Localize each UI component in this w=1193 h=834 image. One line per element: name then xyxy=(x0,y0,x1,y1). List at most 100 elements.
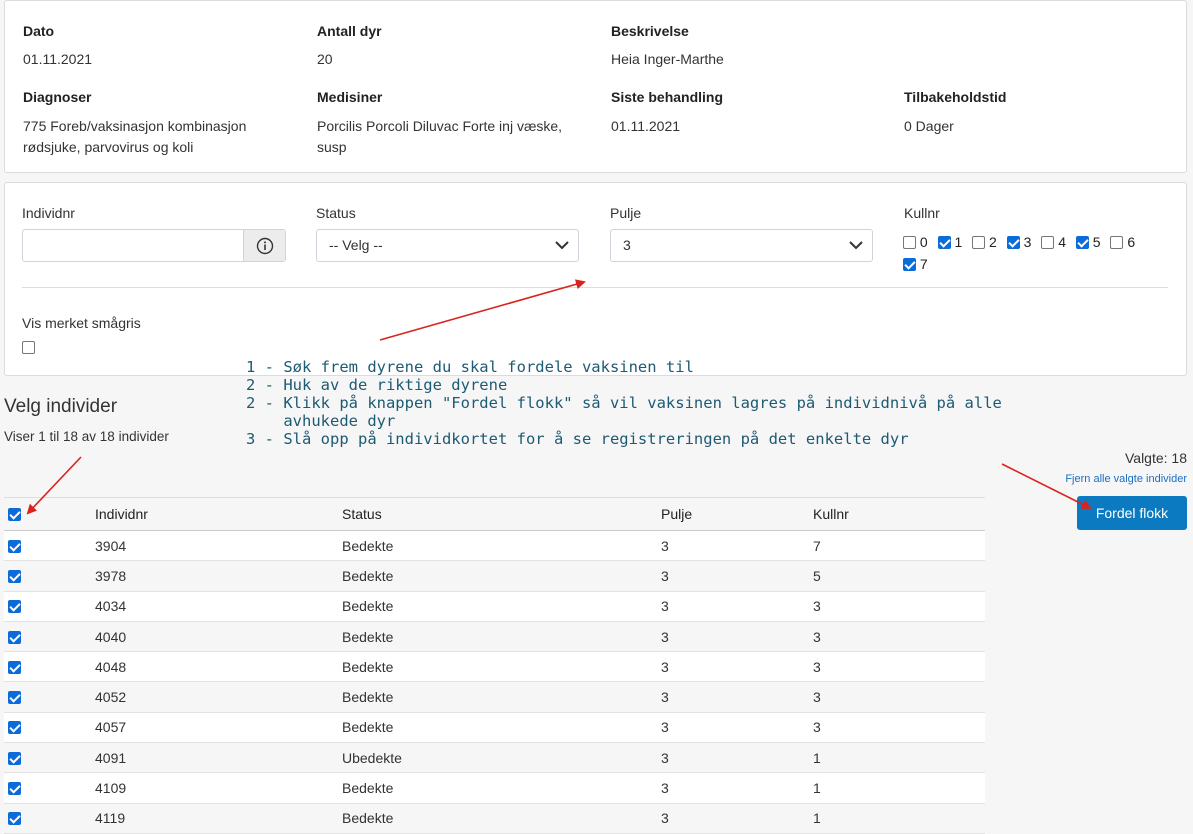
table-row[interactable]: 4091 Ubedekte 3 1 xyxy=(4,742,985,774)
status-cell: Bedekte xyxy=(342,651,661,683)
kullnr-checkbox-4[interactable] xyxy=(1041,236,1055,249)
kullnr-cell: 5 xyxy=(813,560,985,592)
kullnr-option-label: 4 xyxy=(1058,234,1066,250)
kullnr-checkbox-6[interactable] xyxy=(1110,236,1124,249)
medisiner-label: Medisiner xyxy=(317,89,383,105)
vis-merket-checkbox[interactable] xyxy=(22,341,35,354)
kullnr-option[interactable]: 3 xyxy=(1006,231,1031,253)
kullnr-option[interactable]: 2 xyxy=(972,231,997,253)
tilbakeholdstid-label: Tilbakeholdstid xyxy=(904,89,1007,105)
individnr-cell: 4048 xyxy=(95,651,342,683)
table-row[interactable]: 4034 Bedekte 3 3 xyxy=(4,591,985,622)
kullnr-option-label: 7 xyxy=(919,256,928,272)
column-header-status[interactable]: Status xyxy=(342,497,661,531)
row-checkbox[interactable] xyxy=(8,751,21,765)
table-row[interactable]: 4057 Bedekte 3 3 xyxy=(4,712,985,744)
pulje-cell: 3 xyxy=(661,742,813,774)
kullnr-cell: 3 xyxy=(813,681,985,713)
table-row[interactable]: 4048 Bedekte 3 3 xyxy=(4,651,985,683)
instruction-line: 2 - Klikk på knappen "Fordel flokk" så v… xyxy=(246,394,1002,412)
row-checkbox[interactable] xyxy=(8,660,21,674)
kullnr-option-label: 2 xyxy=(989,234,997,250)
info-icon xyxy=(256,237,273,254)
kullnr-checkbox-1[interactable] xyxy=(937,236,951,249)
row-checkbox[interactable] xyxy=(8,569,21,583)
table-row[interactable]: 3904 Bedekte 3 7 xyxy=(4,530,985,562)
kullnr-cell: 3 xyxy=(813,651,985,683)
row-checkbox[interactable] xyxy=(8,600,21,614)
row-checkbox[interactable] xyxy=(8,721,21,735)
fordel-flokk-button[interactable]: Fordel flokk xyxy=(1077,496,1187,530)
kullnr-option[interactable]: 4 xyxy=(1041,231,1066,253)
status-cell: Bedekte xyxy=(342,681,661,713)
treatment-summary-card: Dato 01.11.2021 Antall dyr 20 Beskrivels… xyxy=(4,0,1187,173)
instructions-annotation: 1 - Søk frem dyrene du skal fordele vaks… xyxy=(246,358,1002,448)
row-select-cell xyxy=(4,742,95,774)
individnr-cell: 4057 xyxy=(95,712,342,744)
kullnr-checkbox-2[interactable] xyxy=(972,236,986,249)
individnr-cell: 4040 xyxy=(95,621,342,653)
status-cell: Bedekte xyxy=(342,712,661,744)
column-header-individnr[interactable]: Individnr xyxy=(95,497,342,531)
individnr-cell: 4052 xyxy=(95,681,342,713)
medisiner-value-line2: susp xyxy=(317,139,347,155)
instruction-line: 1 - Søk frem dyrene du skal fordele vaks… xyxy=(246,358,694,376)
table-row[interactable]: 4040 Bedekte 3 3 xyxy=(4,621,985,653)
pulje-cell: 3 xyxy=(661,651,813,683)
diagnoser-value-line1: 775 Foreb/vaksinasjon kombinasjon xyxy=(23,118,247,134)
status-filter-label: Status xyxy=(316,205,356,221)
antall-dyr-label: Antall dyr xyxy=(317,23,382,39)
row-checkbox[interactable] xyxy=(8,630,21,644)
pulje-cell: 3 xyxy=(661,772,813,804)
dato-label: Dato xyxy=(23,23,55,39)
row-checkbox[interactable] xyxy=(8,539,21,553)
status-cell: Bedekte xyxy=(342,772,661,804)
filter-divider xyxy=(22,287,1168,288)
kullnr-checkbox-5[interactable] xyxy=(1075,236,1089,249)
pulje-cell: 3 xyxy=(661,560,813,592)
kullnr-cell: 3 xyxy=(813,712,985,744)
status-select[interactable]: -- Velg -- xyxy=(316,229,579,262)
kullnr-option[interactable]: 6 xyxy=(1110,231,1135,253)
dato-value: 01.11.2021 xyxy=(23,51,93,67)
status-cell: Bedekte xyxy=(342,591,661,622)
tilbakeholdstid-value: 0 Dager xyxy=(904,118,954,134)
kullnr-option[interactable]: 1 xyxy=(937,231,963,253)
row-checkbox[interactable] xyxy=(8,812,21,826)
kullnr-option-label: 1 xyxy=(954,234,963,250)
kullnr-option[interactable]: 7 xyxy=(903,253,928,275)
chevron-down-icon xyxy=(555,241,569,250)
clear-selection-link[interactable]: Fjern alle valgte individer xyxy=(1065,473,1187,485)
kullnr-checkbox-0[interactable] xyxy=(903,236,916,249)
row-checkbox[interactable] xyxy=(8,782,21,796)
row-checkbox[interactable] xyxy=(8,691,21,705)
table-row[interactable]: 4109 Bedekte 3 1 xyxy=(4,772,985,804)
kullnr-checkbox-3[interactable] xyxy=(1006,236,1020,249)
individnr-cell: 4091 xyxy=(95,742,342,774)
table-row[interactable]: 4052 Bedekte 3 3 xyxy=(4,681,985,713)
pulje-cell: 3 xyxy=(661,591,813,622)
pulje-cell: 3 xyxy=(661,621,813,653)
individnr-input[interactable] xyxy=(22,229,286,262)
beskrivelse-label: Beskrivelse xyxy=(611,23,689,39)
kullnr-option-label: 6 xyxy=(1127,234,1136,250)
info-button[interactable] xyxy=(243,230,285,261)
row-select-cell xyxy=(4,772,95,804)
pulje-select[interactable]: 3 xyxy=(610,229,873,262)
kullnr-option[interactable]: 5 xyxy=(1075,231,1101,253)
pulje-cell: 3 xyxy=(661,681,813,713)
kullnr-option[interactable]: 0 xyxy=(903,231,928,253)
individnr-cell: 4119 xyxy=(95,803,342,834)
siste-behandling-value: 01.11.2021 xyxy=(611,118,681,134)
siste-behandling-label: Siste behandling xyxy=(611,89,724,105)
row-select-cell xyxy=(4,591,95,622)
pulje-cell: 3 xyxy=(661,530,813,562)
individnr-filter-label: Individnr xyxy=(22,205,75,221)
column-header-pulje[interactable]: Pulje xyxy=(661,497,813,531)
kullnr-checkbox-7[interactable] xyxy=(903,258,916,271)
column-header-kullnr[interactable]: Kullnr xyxy=(813,497,985,531)
table-row[interactable]: 4119 Bedekte 3 1 xyxy=(4,803,985,834)
pulje-select-value: 3 xyxy=(623,237,631,253)
table-row[interactable]: 3978 Bedekte 3 5 xyxy=(4,560,985,592)
select-all-checkbox[interactable] xyxy=(8,508,21,521)
